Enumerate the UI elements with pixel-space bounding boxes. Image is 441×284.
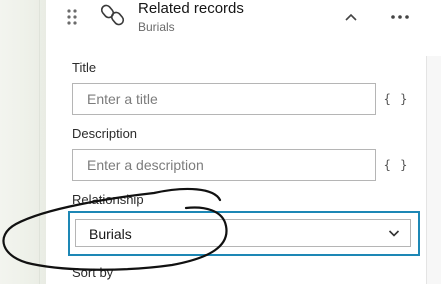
drag-handle-icon[interactable]	[66, 8, 78, 26]
panel-scrollbar[interactable]	[426, 56, 441, 284]
title-label: Title	[72, 60, 97, 75]
panel-subtitle: Burials	[138, 20, 175, 34]
description-input[interactable]	[72, 149, 376, 181]
panel-title: Related records	[138, 0, 244, 17]
panel-header: Related records Burials	[46, 0, 441, 44]
relationship-select[interactable]: Burials	[75, 219, 411, 247]
chevron-down-icon	[388, 230, 400, 237]
relationship-label: Relationship	[72, 192, 144, 207]
description-expression-button[interactable]: { }	[382, 149, 410, 181]
map-background	[0, 0, 46, 284]
chevron-up-icon[interactable]	[343, 10, 359, 24]
description-label: Description	[72, 126, 138, 141]
sort-by-label: Sort by	[72, 265, 114, 280]
relationship-select-focus: Burials	[68, 211, 420, 256]
title-expression-button[interactable]: { }	[382, 83, 410, 115]
related-records-panel: Related records Burials Title { } Descri…	[46, 0, 441, 284]
more-icon[interactable]	[389, 10, 411, 24]
title-input[interactable]	[72, 83, 376, 115]
relationship-selected-value: Burials	[89, 226, 132, 242]
link-icon	[100, 4, 125, 26]
